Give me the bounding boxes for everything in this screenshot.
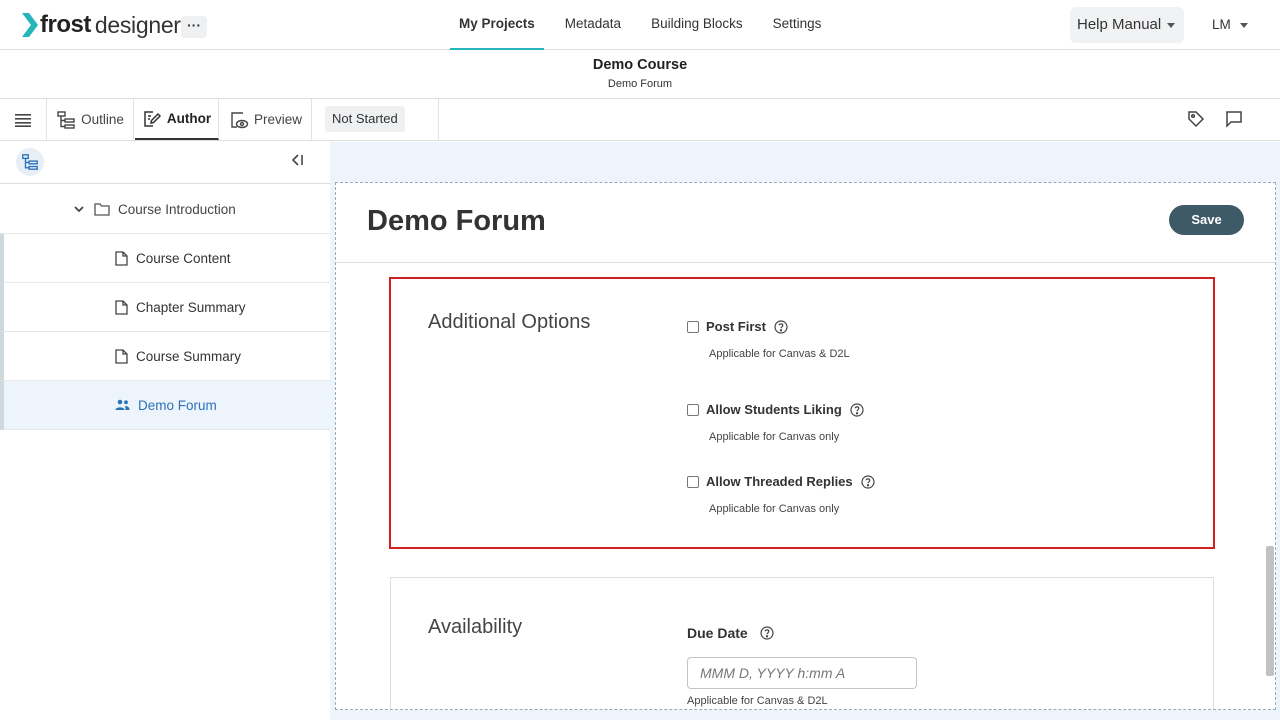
collapse-sidebar-button[interactable] bbox=[290, 153, 304, 170]
post-first-checkbox[interactable] bbox=[687, 320, 699, 333]
editor-header: Demo Forum Save bbox=[336, 183, 1275, 263]
help-circle-icon[interactable] bbox=[861, 474, 875, 489]
option-post-first[interactable]: Post First bbox=[687, 319, 788, 334]
tab-outline[interactable]: Outline bbox=[47, 99, 134, 140]
tree-item-label: Chapter Summary bbox=[136, 299, 246, 315]
chevron-down-icon bbox=[74, 206, 84, 213]
course-title: Demo Course bbox=[592, 57, 688, 73]
availability-card: Availability Due Date MMM D, YYYY h:mm A… bbox=[390, 577, 1214, 709]
main-content-area: Demo Forum Save Additional Options Post … bbox=[330, 142, 1280, 720]
tree-view-button[interactable] bbox=[16, 148, 44, 176]
logo-chevron-icon bbox=[22, 13, 38, 37]
due-date-note: Applicable for Canvas & D2L bbox=[687, 695, 828, 707]
tag-icon bbox=[1188, 111, 1205, 128]
tab-author-label: Author bbox=[166, 111, 212, 126]
help-circle-icon[interactable] bbox=[850, 402, 864, 417]
logo-word-frost: frost bbox=[40, 11, 91, 38]
status-area: Not Started bbox=[312, 99, 439, 140]
additional-options-title: Additional Options bbox=[428, 311, 591, 333]
hamburger-icon bbox=[15, 113, 31, 127]
nav-tab-my-projects[interactable]: My Projects bbox=[450, 0, 544, 50]
tree-item-course-content[interactable]: Course Content bbox=[0, 234, 330, 283]
due-date-input[interactable]: MMM D, YYYY h:mm A bbox=[687, 657, 917, 689]
tree-item-chapter-summary[interactable]: Chapter Summary bbox=[0, 283, 330, 332]
collapse-left-icon bbox=[291, 154, 303, 166]
tab-preview-label: Preview bbox=[253, 112, 302, 127]
tree-structure-icon bbox=[22, 154, 38, 170]
due-date-label-text: Due Date bbox=[687, 625, 748, 641]
tree-folder-label: Course Introduction bbox=[118, 201, 236, 217]
outline-tree-icon bbox=[57, 110, 75, 129]
editor-toolbar: Outline Author Preview Not Started bbox=[0, 99, 1280, 141]
user-menu-dropdown[interactable]: LM bbox=[1212, 7, 1248, 43]
forum-people-icon bbox=[115, 399, 130, 410]
user-initials: LM bbox=[1212, 17, 1231, 32]
hamburger-menu-button[interactable] bbox=[0, 99, 47, 140]
help-circle-icon[interactable] bbox=[774, 319, 788, 334]
course-subtitle: Demo Forum bbox=[607, 78, 673, 90]
tab-outline-label: Outline bbox=[81, 112, 124, 127]
main-nav-tabs: My Projects Metadata Building Blocks Set… bbox=[450, 0, 842, 50]
help-manual-dropdown[interactable]: Help Manual bbox=[1070, 7, 1184, 43]
allow-students-liking-checkbox[interactable] bbox=[687, 403, 699, 416]
availability-title: Availability bbox=[428, 616, 523, 638]
option-note: Applicable for Canvas & D2L bbox=[709, 348, 850, 360]
course-header: Demo Course Demo Forum bbox=[0, 50, 1280, 99]
document-icon bbox=[115, 250, 128, 266]
tag-button[interactable] bbox=[1186, 109, 1206, 129]
document-icon bbox=[115, 348, 128, 364]
more-options-button[interactable]: ··· bbox=[181, 16, 207, 38]
page-title: Demo Forum bbox=[367, 205, 546, 237]
preview-eye-icon bbox=[231, 111, 249, 128]
save-button[interactable]: Save bbox=[1169, 205, 1244, 235]
option-note: Applicable for Canvas only bbox=[709, 503, 840, 515]
tab-author[interactable]: Author bbox=[135, 99, 219, 140]
tree-item-label: Course Content bbox=[136, 250, 231, 266]
option-note: Applicable for Canvas only bbox=[709, 431, 840, 443]
tree-item-course-summary[interactable]: Course Summary bbox=[0, 332, 330, 381]
scrollbar-thumb[interactable] bbox=[1266, 546, 1274, 676]
nav-tab-metadata[interactable]: Metadata bbox=[556, 0, 630, 50]
option-label: Allow Threaded Replies bbox=[706, 474, 853, 489]
option-allow-threaded-replies[interactable]: Allow Threaded Replies bbox=[687, 474, 875, 489]
status-badge[interactable]: Not Started bbox=[325, 106, 405, 132]
tree-item-label: Course Summary bbox=[136, 348, 242, 364]
help-manual-label: Help Manual bbox=[1077, 16, 1162, 33]
logo-word-designer: designer bbox=[94, 11, 181, 38]
frost-designer-logo[interactable]: frost designer bbox=[22, 11, 181, 38]
author-edit-icon bbox=[144, 110, 161, 127]
caret-down-icon bbox=[1239, 22, 1248, 28]
tree-item-demo-forum[interactable]: Demo Forum bbox=[0, 381, 330, 430]
tab-preview[interactable]: Preview bbox=[220, 99, 312, 140]
comment-icon bbox=[1226, 111, 1242, 128]
folder-icon bbox=[94, 203, 110, 216]
outline-sidebar: Course Introduction Course Content Chapt… bbox=[0, 142, 330, 720]
editor-panel: Demo Forum Save Additional Options Post … bbox=[335, 182, 1276, 710]
option-label: Post First bbox=[706, 319, 766, 334]
tree-item-label: Demo Forum bbox=[138, 397, 217, 413]
tree-folder-course-introduction[interactable]: Course Introduction bbox=[0, 185, 330, 234]
sidebar-header bbox=[0, 142, 330, 184]
help-circle-icon[interactable] bbox=[760, 626, 774, 640]
allow-threaded-replies-checkbox[interactable] bbox=[687, 475, 699, 488]
due-date-label: Due Date bbox=[687, 625, 774, 641]
option-label: Allow Students Liking bbox=[706, 402, 842, 417]
nav-tab-building-blocks[interactable]: Building Blocks bbox=[642, 0, 752, 50]
comments-button[interactable] bbox=[1224, 109, 1244, 129]
document-icon bbox=[115, 299, 128, 315]
caret-down-icon bbox=[1167, 22, 1176, 28]
top-navbar: frost designer ··· My Projects Metadata … bbox=[0, 0, 1280, 50]
nav-tab-settings[interactable]: Settings bbox=[764, 0, 831, 50]
additional-options-card: Additional Options Post First Applicable… bbox=[389, 277, 1215, 549]
option-allow-students-liking[interactable]: Allow Students Liking bbox=[687, 402, 864, 417]
